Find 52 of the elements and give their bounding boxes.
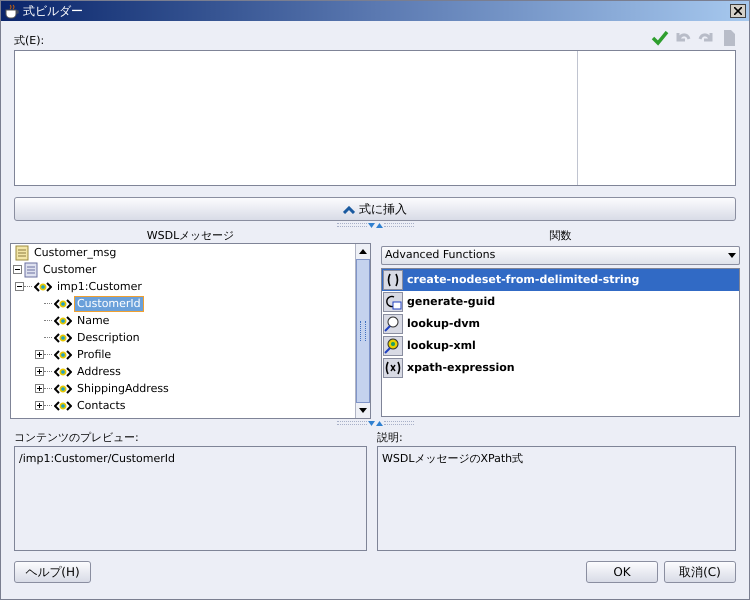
element-icon [54, 314, 72, 326]
collapse-icon[interactable] [15, 282, 24, 291]
category-dropdown[interactable]: Advanced Functions [381, 246, 740, 265]
tree-item[interactable]: Address [74, 364, 124, 380]
window-title: 式ビルダー [23, 3, 83, 20]
collapse-icon[interactable] [13, 265, 22, 274]
scroll-down-icon[interactable] [359, 408, 367, 413]
function-item[interactable]: generate-guid [382, 291, 739, 313]
tree-item[interactable]: Customer [40, 262, 100, 278]
panel-heading: 関数 [550, 229, 572, 242]
expand-icon[interactable] [35, 367, 44, 376]
message-icon [15, 244, 29, 260]
scroll-up-icon[interactable] [359, 249, 367, 254]
chevron-up-icon [343, 204, 355, 214]
tree-item[interactable]: ShippingAddress [74, 380, 172, 396]
scrollbar[interactable] [355, 244, 370, 418]
cancel-button[interactable]: 取消(C) [664, 561, 736, 583]
preview-label: コンテンツのプレビュー: [14, 430, 140, 446]
coffee-cup-icon [4, 3, 20, 19]
element-icon [54, 400, 72, 412]
tree-item[interactable]: Profile [74, 346, 114, 362]
tree-item[interactable]: Contacts [74, 398, 129, 414]
tree-item[interactable]: Name [74, 312, 112, 328]
element-icon [54, 298, 72, 310]
function-item[interactable]: lookup-xml [382, 335, 739, 357]
close-icon [734, 7, 742, 15]
dropdown-arrow-icon [728, 253, 736, 258]
tree-item[interactable]: Customer_msg [31, 244, 120, 260]
element-icon [54, 366, 72, 378]
expand-icon[interactable] [35, 350, 44, 359]
description-label: 説明: [377, 430, 404, 446]
help-button[interactable]: ヘルプ(H) [14, 561, 91, 583]
element-icon [54, 332, 72, 344]
expand-icon[interactable] [35, 401, 44, 410]
document-icon [24, 262, 38, 278]
insert-button[interactable]: 式に挿入 [14, 197, 736, 221]
close-button[interactable] [730, 4, 746, 18]
expression-label: 式(E): [14, 32, 44, 48]
element-icon [34, 280, 52, 292]
tree-item[interactable]: Description [74, 330, 143, 346]
ok-button[interactable]: OK [586, 561, 658, 583]
tree-item[interactable]: imp1:Customer [54, 278, 145, 294]
expand-icon[interactable] [35, 384, 44, 393]
function-item[interactable]: xpath-expression [382, 357, 739, 379]
check-icon[interactable] [651, 29, 669, 47]
description-box: WSDLメッセージのXPath式 [377, 446, 736, 551]
element-icon [54, 348, 72, 360]
preview-box: /imp1:Customer/CustomerId [14, 446, 367, 551]
function-item[interactable]: create-nodeset-from-delimited-string [382, 269, 739, 291]
function-item[interactable]: lookup-dvm [382, 313, 739, 335]
panel-heading: WSDLメッセージ [146, 229, 234, 242]
element-icon [54, 382, 72, 394]
